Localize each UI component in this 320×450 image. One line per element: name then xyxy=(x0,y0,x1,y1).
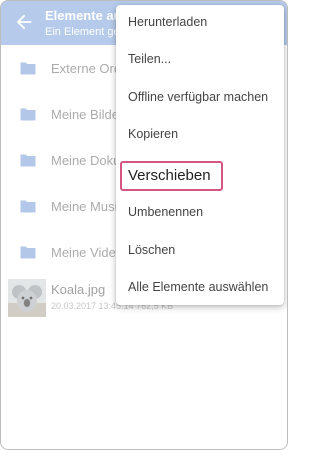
menu-item-umbenennen[interactable]: Umbenennen xyxy=(116,195,284,233)
menu-item-kopieren[interactable]: Kopieren xyxy=(116,117,284,155)
menu-item-label: Teilen... xyxy=(128,52,172,66)
menu-item-label: Offline verfügbar machen xyxy=(128,90,269,104)
menu-item-label: Umbenennen xyxy=(128,205,204,219)
menu-item-label: Alle Elemente auswählen xyxy=(128,280,269,294)
menu-item-alle-auswaehlen[interactable]: Alle Elemente auswählen xyxy=(116,270,284,308)
screen-frame: Elemente au Ein Element gew Externe Ord … xyxy=(0,0,288,450)
menu-item-label: Kopieren xyxy=(128,127,179,141)
menu-item-label: Verschieben xyxy=(128,167,211,184)
menu-item-teilen[interactable]: Teilen... xyxy=(116,42,284,80)
context-menu: Herunterladen Teilen... Offline verfügba… xyxy=(116,5,284,305)
menu-item-label: Herunterladen xyxy=(128,15,208,29)
menu-item-verschieben[interactable]: Verschieben xyxy=(116,159,284,197)
menu-item-label: Löschen xyxy=(128,243,176,257)
menu-item-loeschen[interactable]: Löschen xyxy=(116,233,284,271)
menu-item-offline[interactable]: Offline verfügbar machen xyxy=(116,80,284,118)
menu-item-herunterladen[interactable]: Herunterladen xyxy=(116,5,284,43)
